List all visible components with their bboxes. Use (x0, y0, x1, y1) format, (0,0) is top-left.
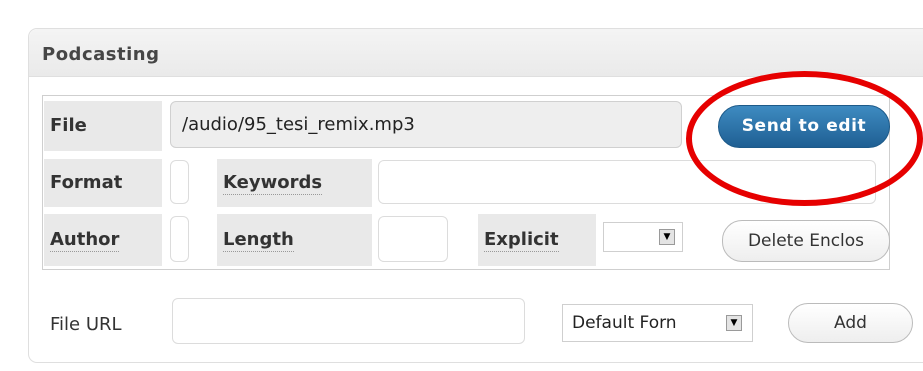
keywords-label-cell: Keywords (217, 159, 372, 207)
length-label: Length (223, 229, 294, 252)
author-label: Author (50, 229, 120, 252)
file-url-input[interactable] (172, 298, 525, 344)
author-input[interactable] (170, 216, 189, 262)
file-label: File (50, 115, 87, 136)
dropdown-arrow-icon[interactable]: ▼ (726, 315, 742, 331)
format-label: Format (50, 172, 123, 193)
file-path-field[interactable]: /audio/95_tesi_remix.mp3 (170, 101, 682, 148)
explicit-label: Explicit (484, 229, 559, 252)
length-input[interactable] (378, 216, 448, 262)
dropdown-arrow-icon[interactable]: ▼ (659, 229, 675, 245)
file-url-label: File URL (50, 314, 122, 335)
format-input[interactable] (170, 160, 189, 204)
panel-header[interactable]: Podcasting (29, 29, 923, 77)
format-select[interactable]: Default Forn ▼ (562, 304, 753, 342)
length-label-cell: Length (217, 214, 372, 266)
explicit-select[interactable]: ▼ (603, 222, 683, 252)
delete-enclosure-button[interactable]: Delete Enclos (722, 220, 890, 262)
format-label-cell: Format (44, 159, 162, 207)
file-label-cell: File (44, 101, 162, 151)
keywords-input[interactable] (378, 160, 876, 204)
author-label-cell: Author (44, 214, 162, 266)
send-to-editor-button[interactable]: Send to edit (718, 105, 890, 148)
panel-title: Podcasting (42, 44, 160, 65)
keywords-label: Keywords (223, 172, 323, 195)
format-select-value: Default Forn (572, 313, 677, 333)
add-button[interactable]: Add (788, 303, 913, 343)
explicit-label-cell: Explicit (478, 214, 596, 266)
